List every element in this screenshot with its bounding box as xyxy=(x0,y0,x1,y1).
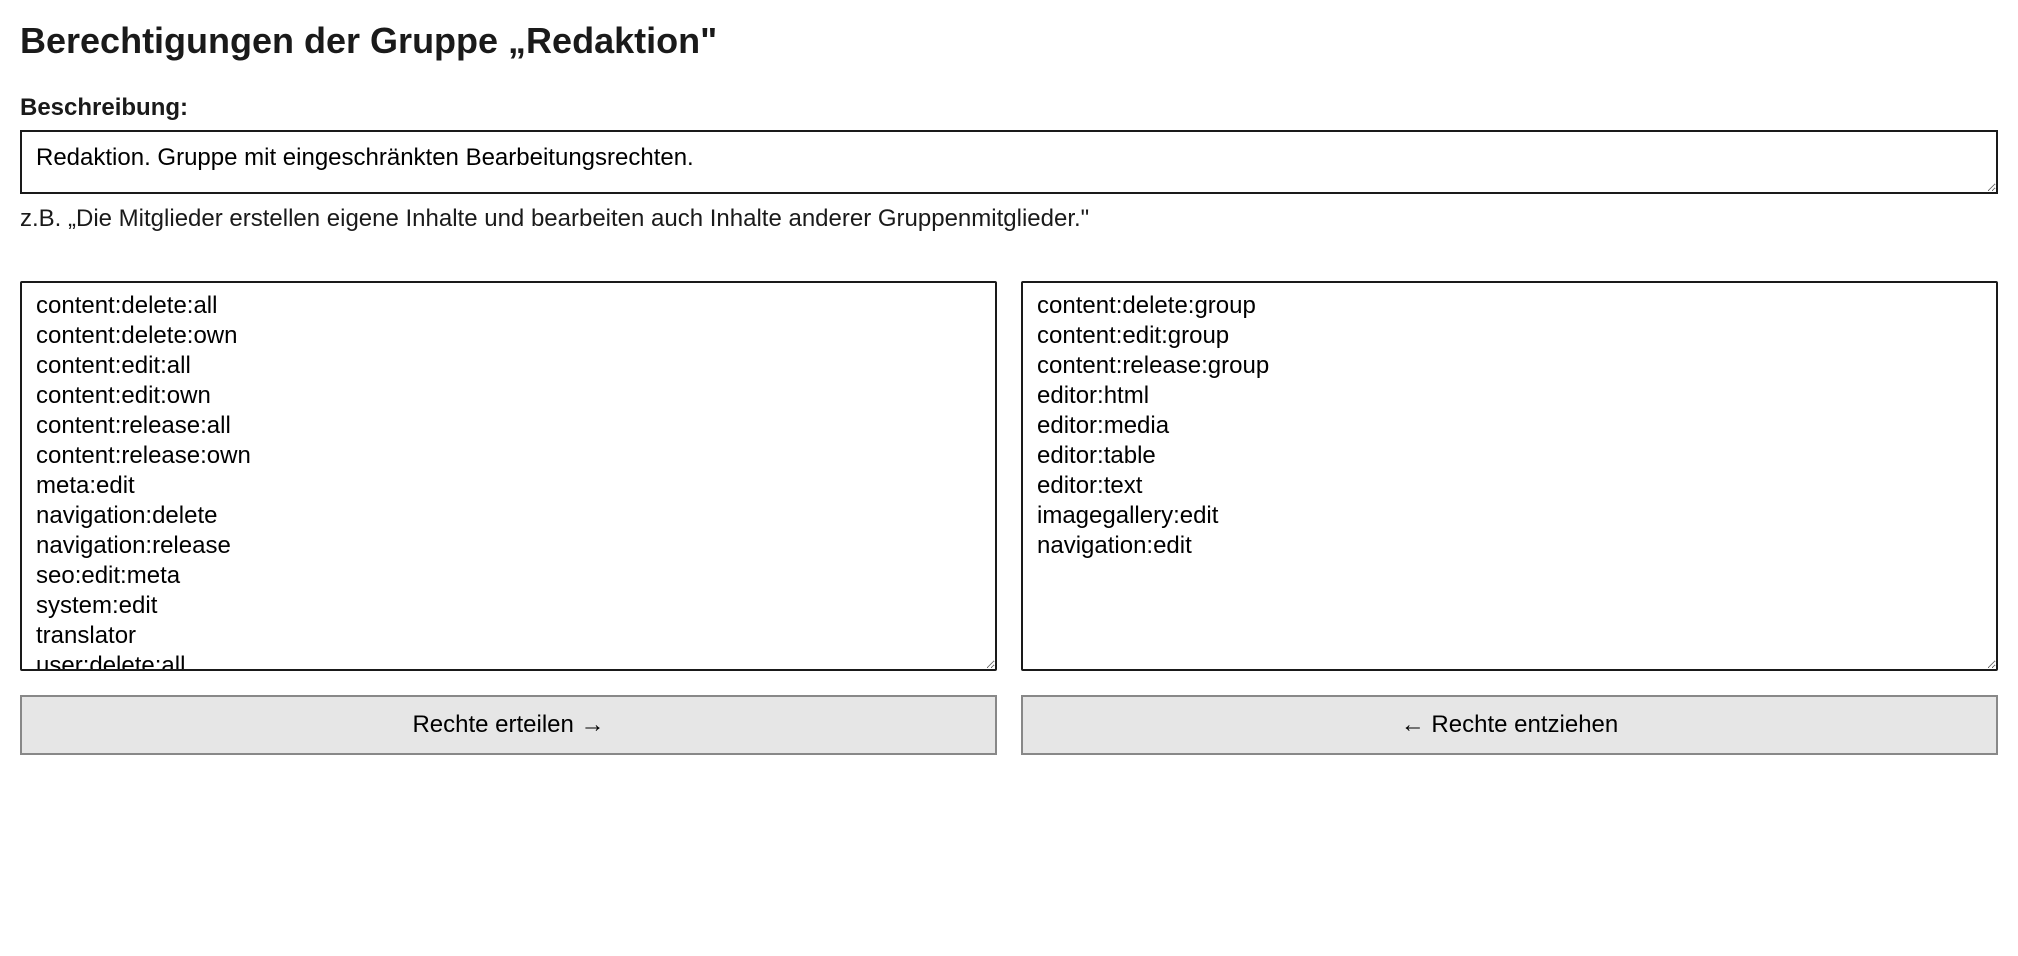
list-item[interactable]: editor:media xyxy=(1033,411,1986,441)
list-item[interactable]: content:delete:all xyxy=(32,291,985,321)
description-textarea[interactable] xyxy=(20,130,1998,194)
list-item[interactable]: content:edit:all xyxy=(32,351,985,381)
assigned-column: content:delete:groupcontent:edit:groupco… xyxy=(1021,281,1998,755)
grant-rights-button[interactable]: Rechte erteilen → xyxy=(20,695,997,755)
list-item[interactable]: content:release:group xyxy=(1033,351,1986,381)
list-item[interactable]: content:edit:group xyxy=(1033,321,1986,351)
available-permissions-list[interactable]: content:delete:allcontent:delete:owncont… xyxy=(20,281,997,671)
list-item[interactable]: navigation:release xyxy=(32,531,985,561)
description-hint: z.B. „Die Mitglieder erstellen eigene In… xyxy=(20,205,1998,233)
assigned-permissions-list[interactable]: content:delete:groupcontent:edit:groupco… xyxy=(1021,281,1998,671)
list-item[interactable]: seo:edit:meta xyxy=(32,561,985,591)
page-title: Berechtigungen der Gruppe „Redaktion" xyxy=(20,20,1998,62)
list-item[interactable]: content:delete:group xyxy=(1033,291,1986,321)
description-label: Beschreibung: xyxy=(20,94,1998,122)
available-column: content:delete:allcontent:delete:owncont… xyxy=(20,281,997,755)
list-item[interactable]: content:release:all xyxy=(32,411,985,441)
list-item[interactable]: translator xyxy=(32,621,985,651)
list-item[interactable]: navigation:edit xyxy=(1033,531,1986,561)
list-item[interactable]: system:edit xyxy=(32,591,985,621)
list-item[interactable]: content:release:own xyxy=(32,441,985,471)
revoke-rights-button[interactable]: ← Rechte entziehen xyxy=(1021,695,1998,755)
list-item[interactable]: content:delete:own xyxy=(32,321,985,351)
list-item[interactable]: content:edit:own xyxy=(32,381,985,411)
list-item[interactable]: navigation:delete xyxy=(32,501,985,531)
list-item[interactable]: imagegallery:edit xyxy=(1033,501,1986,531)
permissions-columns: content:delete:allcontent:delete:owncont… xyxy=(20,281,1998,755)
list-item[interactable]: editor:html xyxy=(1033,381,1986,411)
list-item[interactable]: editor:text xyxy=(1033,471,1986,501)
list-item[interactable]: user:delete:all xyxy=(32,651,985,671)
list-item[interactable]: editor:table xyxy=(1033,441,1986,471)
list-item[interactable]: meta:edit xyxy=(32,471,985,501)
